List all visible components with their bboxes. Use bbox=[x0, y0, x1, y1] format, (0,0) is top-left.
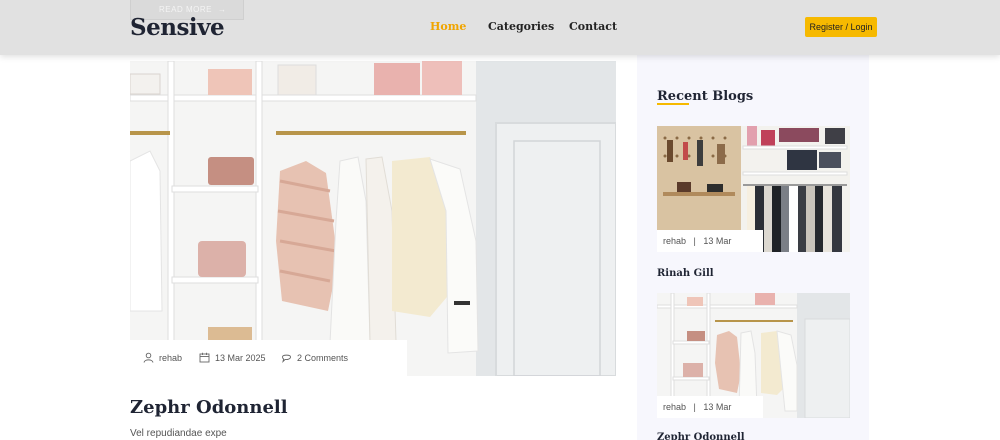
post-excerpt: Vel repudiandae expe bbox=[130, 428, 227, 439]
comment-icon bbox=[282, 354, 291, 363]
heading-underline bbox=[657, 103, 689, 105]
recent-blog-meta-1: rehab | 13 Mar bbox=[657, 230, 763, 252]
post-author-label: rehab bbox=[159, 353, 183, 363]
site-logo[interactable]: Sensive bbox=[130, 14, 225, 41]
user-icon bbox=[143, 352, 154, 363]
calendar-icon bbox=[199, 352, 210, 363]
read-more-label: READ MORE bbox=[159, 5, 212, 14]
recent-blog-date-2: 13 Mar bbox=[703, 402, 732, 412]
post-author[interactable]: rehab bbox=[143, 352, 183, 363]
recent-blog-date-1: 13 Mar bbox=[703, 236, 732, 246]
post-comments[interactable]: 2 Comments bbox=[282, 353, 349, 363]
recent-blog-title-1[interactable]: Rinah Gill bbox=[657, 268, 714, 279]
recent-blog-meta-2: rehab | 13 Mar bbox=[657, 396, 763, 418]
nav-categories[interactable]: Categories bbox=[488, 20, 554, 33]
post-date-label: 13 Mar 2025 bbox=[215, 353, 266, 363]
site-header: READ MORE → Sensive Home Categories Conta… bbox=[0, 0, 1000, 55]
meta-divider: | bbox=[693, 236, 696, 246]
post-comments-label: 2 Comments bbox=[297, 353, 349, 363]
recent-blog-author-2[interactable]: rehab bbox=[663, 402, 686, 412]
arrow-right-icon: → bbox=[217, 5, 227, 14]
post-meta-bar: rehab 13 Mar 2025 2 Comments bbox=[130, 340, 407, 376]
closet-photo bbox=[130, 61, 616, 376]
recent-blogs-heading: Recent Blogs bbox=[657, 89, 754, 104]
post-date: 13 Mar 2025 bbox=[199, 352, 266, 363]
post-title[interactable]: Zephr Odonnell bbox=[130, 397, 288, 418]
featured-post-image[interactable] bbox=[130, 61, 616, 376]
meta-divider: | bbox=[693, 402, 696, 412]
recent-blog-author-1[interactable]: rehab bbox=[663, 236, 686, 246]
register-login-button[interactable]: Register / Login bbox=[805, 17, 877, 37]
nav-contact[interactable]: Contact bbox=[569, 20, 617, 33]
recent-blog-title-2[interactable]: Zephr Odonnell bbox=[657, 432, 745, 440]
nav-home[interactable]: Home bbox=[430, 20, 466, 33]
